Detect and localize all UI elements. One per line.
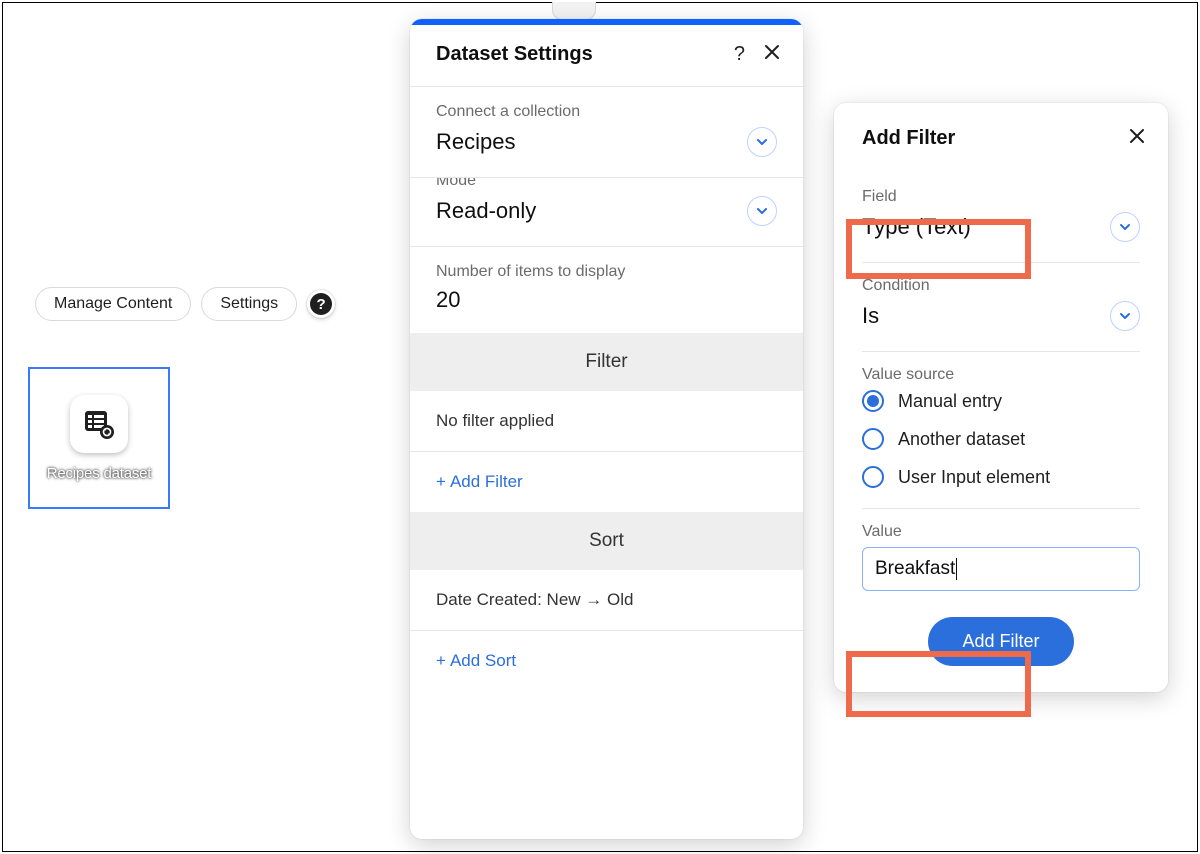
- condition-dropdown[interactable]: [1110, 301, 1140, 331]
- filter-header: Add Filter: [834, 103, 1168, 170]
- connect-label: Connect a collection: [436, 103, 777, 121]
- connect-dropdown[interactable]: [747, 127, 777, 157]
- condition-group: Condition Is: [862, 263, 1140, 352]
- manage-content-button[interactable]: Manage Content: [35, 287, 191, 321]
- dataset-tile-label: Recipes dataset: [47, 465, 152, 482]
- canvas-notch: [552, 2, 596, 20]
- radio-manual-entry[interactable]: Manual entry: [862, 390, 1140, 412]
- value-source-group: Value source Manual entry Another datase…: [862, 352, 1140, 509]
- condition-value: Is: [862, 303, 879, 329]
- radio-icon: [862, 466, 884, 488]
- radio-label: User Input element: [898, 467, 1050, 488]
- value-group: Value Breakfast: [862, 509, 1140, 595]
- radio-label: Manual entry: [898, 391, 1002, 412]
- mode-label: Mode: [436, 178, 777, 190]
- items-section: Number of items to display 20: [410, 247, 803, 333]
- text-caret: [956, 558, 957, 580]
- items-value: 20: [436, 287, 777, 313]
- value-label: Value: [862, 523, 1140, 541]
- connect-collection-section: Connect a collection Recipes: [410, 87, 803, 177]
- sort-subheader: Sort: [410, 512, 803, 570]
- help-icon: ?: [310, 293, 332, 315]
- radio-another-dataset[interactable]: Another dataset: [862, 428, 1140, 450]
- sort-status: Date Created: New → Old: [410, 570, 803, 630]
- add-filter-panel: Add Filter Field Type (Text) Condition I…: [834, 103, 1168, 692]
- chevron-down-icon: [1118, 309, 1132, 323]
- value-source-label: Value source: [862, 366, 1140, 384]
- condition-label: Condition: [862, 277, 1140, 295]
- close-icon[interactable]: [1128, 127, 1146, 150]
- close-icon[interactable]: [763, 43, 781, 66]
- dataset-settings-panel: Dataset Settings ? Connect a collection …: [410, 19, 803, 839]
- settings-button[interactable]: Settings: [201, 287, 297, 321]
- radio-icon: [862, 428, 884, 450]
- radio-label: Another dataset: [898, 429, 1025, 450]
- value-input[interactable]: Breakfast: [862, 547, 1140, 591]
- add-filter-button[interactable]: Add Filter: [928, 617, 1073, 666]
- dataset-icon: [70, 395, 128, 453]
- filter-title: Add Filter: [862, 127, 955, 150]
- field-value: Type (Text): [862, 214, 971, 240]
- mode-value: Read-only: [436, 198, 536, 224]
- help-icon[interactable]: ?: [734, 43, 745, 66]
- settings-title: Dataset Settings: [436, 43, 593, 66]
- field-group: Field Type (Text): [862, 174, 1140, 263]
- field-label: Field: [862, 188, 1140, 206]
- radio-icon: [862, 390, 884, 412]
- element-toolbar: Manage Content Settings ?: [35, 287, 335, 321]
- mode-dropdown[interactable]: [747, 196, 777, 226]
- add-filter-link[interactable]: +Add Filter: [410, 452, 803, 512]
- chevron-down-icon: [1118, 220, 1132, 234]
- field-dropdown[interactable]: [1110, 212, 1140, 242]
- settings-header: Dataset Settings ?: [410, 25, 803, 86]
- chevron-down-icon: [755, 135, 769, 149]
- radio-user-input[interactable]: User Input element: [862, 466, 1140, 488]
- dataset-tile[interactable]: Recipes dataset: [28, 367, 170, 509]
- help-button[interactable]: ?: [307, 290, 335, 318]
- connect-value: Recipes: [436, 129, 515, 155]
- chevron-down-icon: [755, 204, 769, 218]
- filter-status: No filter applied: [410, 391, 803, 451]
- items-label: Number of items to display: [436, 263, 777, 281]
- add-sort-link[interactable]: +Add Sort: [410, 631, 803, 691]
- mode-section: Mode Read-only: [410, 178, 803, 246]
- filter-subheader: Filter: [410, 333, 803, 391]
